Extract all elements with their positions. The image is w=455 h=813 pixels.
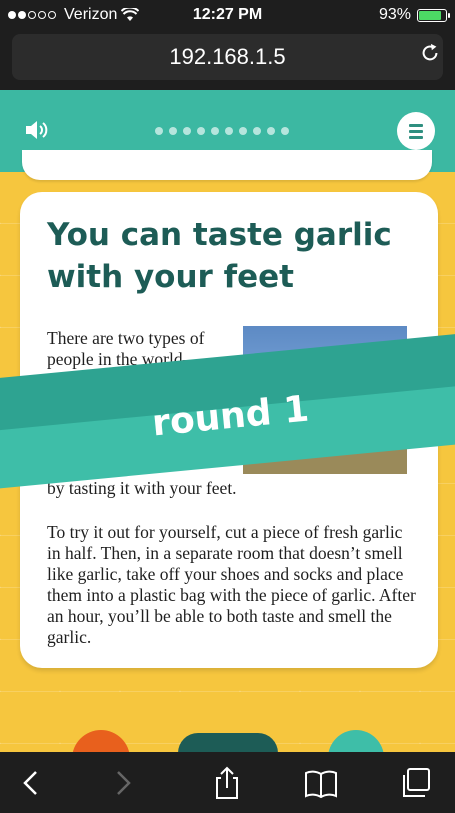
reload-icon[interactable] <box>419 42 441 64</box>
status-bar: Verizon 12:27 PM 93% <box>0 0 455 30</box>
menu-icon <box>409 123 423 127</box>
progress-dot <box>197 127 205 135</box>
address-text: 192.168.1.5 <box>169 44 286 69</box>
progress-dot <box>211 127 219 135</box>
progress-dot <box>183 127 191 135</box>
progress-dot <box>281 127 289 135</box>
fact-title: You can taste garlic with your feet <box>47 217 392 295</box>
progress-dot <box>169 127 177 135</box>
progress-dot <box>253 127 261 135</box>
menu-button[interactable] <box>397 112 435 150</box>
bookmarks-icon[interactable] <box>304 766 338 800</box>
progress-dots <box>155 127 289 135</box>
battery-percent: 93% <box>378 6 411 23</box>
fact-paragraph-1-end: by tasting it with your feet. <box>47 478 237 498</box>
progress-dot <box>225 127 233 135</box>
browser-address-area: 192.168.1.5 <box>0 30 455 90</box>
battery-icon <box>417 8 450 22</box>
progress-dot <box>267 127 275 135</box>
tabs-icon[interactable] <box>398 766 432 800</box>
speaker-icon[interactable] <box>24 118 50 142</box>
previous-card-edge <box>22 150 432 180</box>
browser-toolbar <box>0 752 455 813</box>
forward-icon[interactable] <box>106 766 140 800</box>
progress-dot <box>155 127 163 135</box>
progress-dot <box>239 127 247 135</box>
address-bar[interactable]: 192.168.1.5 <box>12 34 443 80</box>
back-icon[interactable] <box>14 766 48 800</box>
share-icon[interactable] <box>210 766 244 800</box>
fact-paragraph-2: To try it out for yourself, cut a piece … <box>47 522 416 647</box>
battery-info: 93% <box>378 6 450 24</box>
